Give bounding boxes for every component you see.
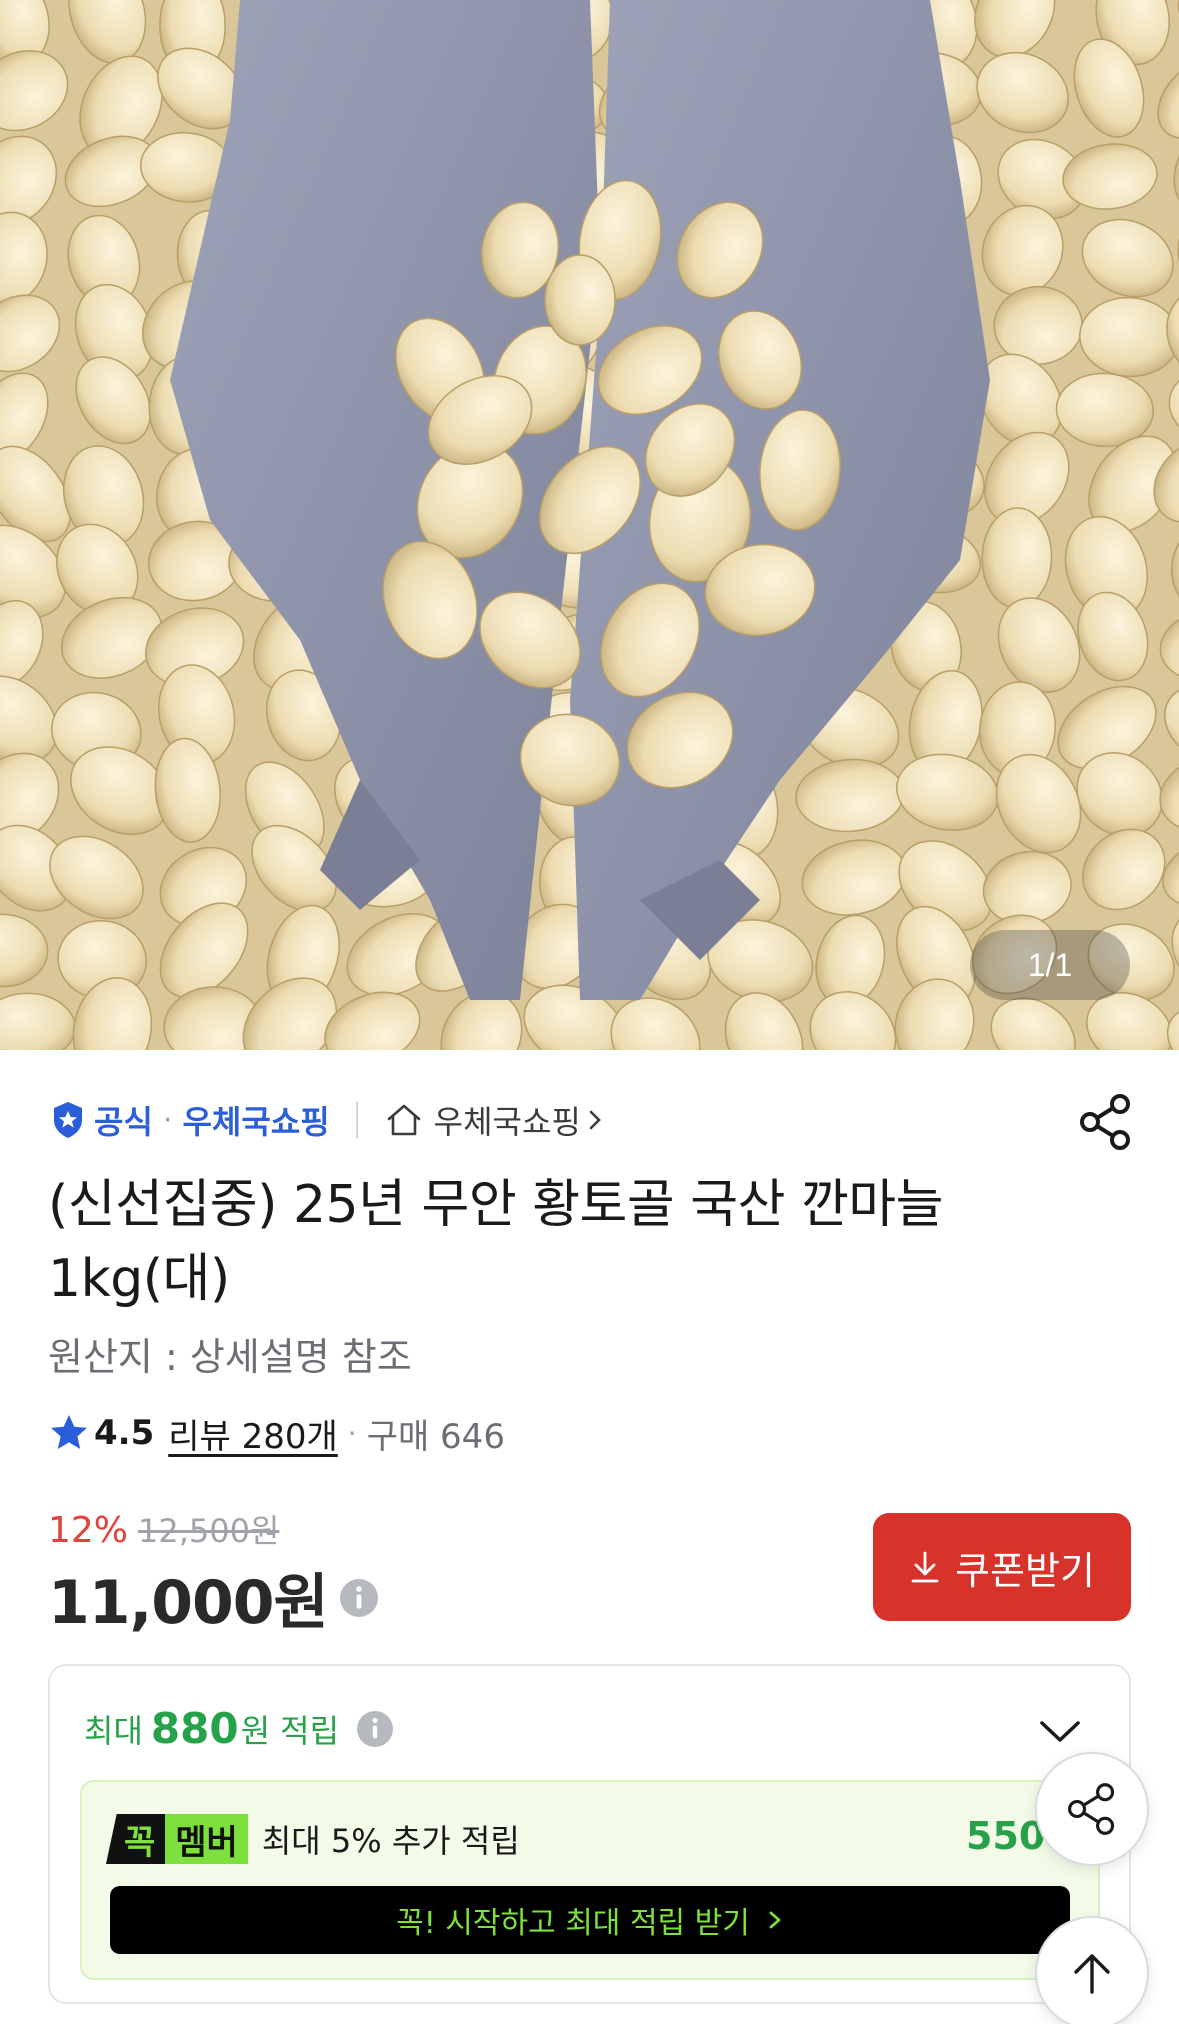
rating-separator: · xyxy=(347,1416,357,1450)
rating-row: 4.5 리뷰 280개 · 구매 646 xyxy=(48,1408,505,1458)
member-reward-amount: 550 xyxy=(966,1814,1046,1858)
share-icon[interactable] xyxy=(1078,1092,1134,1152)
review-count-link[interactable]: 리뷰 280개 xyxy=(168,1409,338,1458)
info-icon[interactable] xyxy=(338,1577,380,1619)
chevron-right-icon xyxy=(769,1911,781,1929)
coupon-download-button[interactable]: 쿠폰받기 xyxy=(873,1513,1131,1621)
reward-box: 최대 880 원 적립 꼭 멤버 최대 5% 추가 적립 550 꼭! 시작하고… xyxy=(48,1664,1131,2004)
shield-check-icon xyxy=(54,1102,82,1138)
member-start-button[interactable]: 꼭! 시작하고 최대 적립 받기 xyxy=(110,1886,1070,1954)
chevron-down-icon[interactable] xyxy=(1038,1716,1082,1746)
store-link[interactable]: 우체국쇼핑 xyxy=(434,1097,581,1143)
arrow-up-icon xyxy=(1074,1954,1110,1994)
download-icon xyxy=(911,1551,939,1583)
discount-row: 12% 12,500원 xyxy=(48,1506,279,1552)
rating-score: 4.5 xyxy=(94,1413,155,1453)
info-icon[interactable] xyxy=(355,1709,395,1749)
price-row: 11,000원 xyxy=(48,1554,380,1641)
reward-amount: 880 xyxy=(150,1704,239,1753)
member-cta-label: 꼭! 시작하고 최대 적립 받기 xyxy=(396,1906,750,1941)
member-benefit-text: 최대 5% 추가 적립 xyxy=(261,1822,520,1860)
chevron-right-icon xyxy=(589,1110,601,1130)
garlic-photo xyxy=(0,0,1179,1050)
dot-separator: · xyxy=(162,1102,173,1138)
star-icon xyxy=(51,1415,87,1449)
discount-rate: 12% xyxy=(48,1510,129,1551)
reward-unit: 원 적립 xyxy=(240,1711,340,1750)
share-icon xyxy=(1068,1783,1115,1835)
coupon-label: 쿠폰받기 xyxy=(955,1548,1095,1593)
seller-row: 공식 · 우체국쇼핑 우체국쇼핑 xyxy=(48,1090,1138,1150)
reward-prefix: 최대 xyxy=(84,1711,143,1750)
divider xyxy=(355,1101,358,1139)
official-label: 공식 xyxy=(94,1103,153,1141)
seller-name[interactable]: 우체국쇼핑 xyxy=(182,1097,329,1143)
origin-text: 원산지 : 상세설명 참조 xyxy=(48,1335,412,1379)
member-row: 꼭 멤버 최대 5% 추가 적립 550 xyxy=(106,1814,1066,1864)
member-badge-m: 멤버 xyxy=(165,1814,248,1864)
home-icon xyxy=(387,1104,420,1136)
product-image[interactable]: 1/1 xyxy=(0,0,1179,1050)
current-price: 11,000원 xyxy=(48,1568,329,1638)
member-card: 꼭 멤버 최대 5% 추가 적립 550 꼭! 시작하고 최대 적립 받기 xyxy=(80,1780,1100,1980)
purchase-count: 구매 646 xyxy=(366,1416,505,1457)
product-title: (신선집중) 25년 무안 황토골 국산 깐마늘 1kg(대) xyxy=(48,1175,944,1309)
image-counter: 1/1 xyxy=(970,930,1130,1000)
member-badge-k: 꼭 xyxy=(106,1814,166,1864)
original-price: 12,500원 xyxy=(138,1512,280,1550)
scroll-top-button[interactable] xyxy=(1035,1916,1149,2024)
member-badge: 꼭 멤버 xyxy=(106,1814,248,1864)
reward-header[interactable]: 최대 880 원 적립 xyxy=(84,1704,395,1753)
floating-share-button[interactable] xyxy=(1035,1752,1149,1866)
